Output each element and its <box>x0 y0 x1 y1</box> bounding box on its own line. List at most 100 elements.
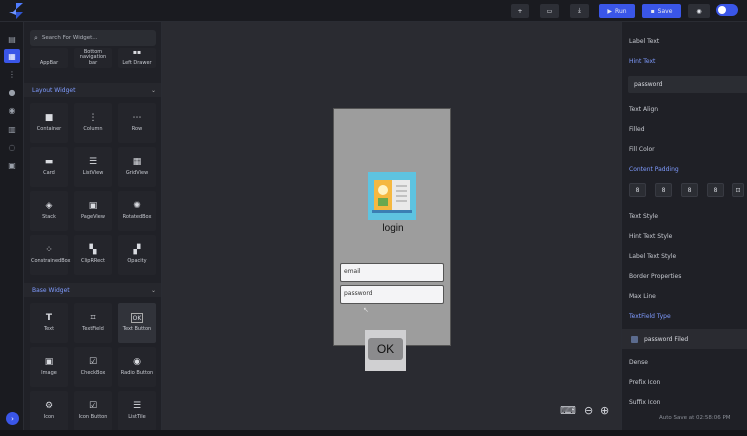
widget-left-drawer[interactable]: ▪▪ Left Drawer <box>118 48 156 68</box>
widget-stack[interactable]: ◈ Stack <box>30 191 68 231</box>
widget-card[interactable]: ▬ Card <box>30 147 68 187</box>
widget-checkbox[interactable]: ☑ CheckBox <box>74 347 112 387</box>
widget-radio-button[interactable]: ◉ Radio Button <box>118 347 156 387</box>
download-button[interactable]: ⤓ <box>570 4 589 18</box>
widget-image[interactable]: ▣ Image <box>30 347 68 387</box>
checkbox-icon[interactable] <box>631 335 638 343</box>
widget-pageview[interactable]: ▣ PageView <box>74 191 112 231</box>
max-line-row[interactable]: Max Line <box>622 286 747 306</box>
widget-row[interactable]: ⋯ Row <box>118 103 156 143</box>
top-toolbar: + ▭ ⤓ ▶ Run ▪ Save ◉ <box>0 0 747 22</box>
zoom-out-icon[interactable]: ⊖ <box>584 404 593 417</box>
widget-opacity[interactable]: ▞ Opacity <box>118 235 156 275</box>
padding-top-input[interactable]: 8 <box>655 183 672 197</box>
widget-bottom-nav[interactable]: Bottom navigation bar <box>74 48 112 68</box>
tree-icon[interactable]: ⋮ <box>6 68 18 80</box>
suffix-icon-row[interactable]: Suffix Icon <box>622 392 747 412</box>
keyboard-icon[interactable]: ⌨ <box>560 404 576 417</box>
api-icon[interactable]: ◉ <box>6 104 18 116</box>
drawer-icon: ▪▪ <box>132 48 142 56</box>
widget-rotatedbox[interactable]: ✺ RotatedBox <box>118 191 156 231</box>
chevron-down-icon: ⌄ <box>150 86 156 94</box>
border-properties-row[interactable]: Border Properties <box>622 266 747 286</box>
email-field[interactable]: email <box>340 263 444 282</box>
widget-appbar[interactable]: AppBar <box>30 48 68 68</box>
label-text-row[interactable]: Label Text <box>622 31 747 51</box>
pages-icon[interactable]: ▤ <box>6 33 18 45</box>
login-title[interactable]: login <box>334 223 452 234</box>
padding-right-input[interactable]: 8 <box>681 183 698 197</box>
toggle-knob <box>718 6 726 14</box>
textfield-type-row[interactable]: TextField Type <box>622 306 747 326</box>
widget-container[interactable]: ■ Container <box>30 103 68 143</box>
left-icon-rail: ▤ ▦ ⋮ ● ◉ ▥ ◌ ▣ › <box>0 22 24 430</box>
opacity-icon: ▞ <box>133 245 141 256</box>
add-button[interactable]: + <box>511 4 529 18</box>
content-padding-row[interactable]: Content Padding <box>622 159 747 179</box>
clip-icon: ▚ <box>89 245 97 256</box>
widget-text[interactable]: T Text <box>30 303 68 343</box>
widget-panel: ⌕ Search For Widget... AppBar Bottom nav… <box>24 22 162 430</box>
widget-gridview[interactable]: ▦ GridView <box>118 147 156 187</box>
widget-textfield[interactable]: ⌗ TextField <box>74 303 112 343</box>
expand-icon[interactable]: › <box>6 412 19 425</box>
password-filed-option[interactable]: password Filed <box>622 329 747 349</box>
phone-frame[interactable]: login email password OK <box>333 108 452 371</box>
widget-listview[interactable]: ☰ ListView <box>74 147 112 187</box>
widget-icon-button[interactable]: ☑ Icon Button <box>74 391 112 430</box>
ok-button[interactable]: OK <box>368 338 403 360</box>
hint-text-row[interactable]: Hint Text <box>622 51 747 71</box>
password-field[interactable]: password <box>340 285 444 304</box>
button-icon: OK <box>131 313 143 324</box>
dense-row[interactable]: Dense <box>622 352 747 372</box>
widget-listtile[interactable]: ☰ ListTile <box>118 391 156 430</box>
run-button[interactable]: ▶ Run <box>599 4 635 18</box>
preview-button[interactable]: ◉ <box>688 4 710 18</box>
ok-button-container[interactable]: OK <box>365 330 406 371</box>
padding-bottom-input[interactable]: 8 <box>707 183 724 197</box>
link-icon[interactable]: ⊡ <box>732 183 744 197</box>
text-icon: T <box>45 313 53 324</box>
book-image[interactable] <box>368 172 416 220</box>
widget-text-button[interactable]: OK Text Button <box>118 303 156 343</box>
properties-panel: Label Text Hint Text password Text Align… <box>621 22 747 430</box>
play-icon: ▶ <box>607 7 613 15</box>
radio-icon: ◉ <box>133 357 141 368</box>
text-style-row[interactable]: Text Style <box>622 206 747 226</box>
constrained-icon: ⁘ <box>45 245 53 256</box>
pageview-icon: ▣ <box>88 201 98 212</box>
hint-text-input[interactable]: password <box>628 76 747 93</box>
file-icon[interactable]: ▥ <box>6 123 18 135</box>
design-canvas[interactable]: login email password OK ↖ ⌨ ⊖ ⊕ <box>162 22 621 430</box>
hint-text-style-row[interactable]: Hint Text Style <box>622 226 747 246</box>
theme-icon[interactable]: ◌ <box>6 141 18 153</box>
theme-toggle[interactable] <box>716 4 738 16</box>
widget-constrainedbox[interactable]: ⁘ ConstrainedBox <box>30 235 71 275</box>
fill-color-row[interactable]: Fill Color <box>622 139 747 159</box>
widget-icon[interactable]: ⚙ Icon <box>30 391 68 430</box>
save-button[interactable]: ▪ Save <box>642 4 681 18</box>
padding-left-input[interactable]: 8 <box>629 183 646 197</box>
text-align-row[interactable]: Text Align <box>622 99 747 119</box>
widget-search-input[interactable]: ⌕ Search For Widget... <box>30 30 156 46</box>
image-icon: ▣ <box>44 357 54 368</box>
container-icon: ■ <box>44 113 54 124</box>
widgets-icon[interactable]: ▦ <box>4 49 20 63</box>
widget-cliprrect[interactable]: ▚ ClipRRect <box>74 235 112 275</box>
listtile-icon: ☰ <box>132 401 142 412</box>
filled-row[interactable]: Filled <box>622 119 747 139</box>
comment-button[interactable]: ▭ <box>540 4 559 18</box>
image-icon[interactable]: ▣ <box>6 159 18 171</box>
checkbox-icon: ☑ <box>88 357 98 368</box>
label-text-style-row[interactable]: Label Text Style <box>622 246 747 266</box>
mouse-cursor-icon: ↖ <box>363 306 369 314</box>
base-widget-header[interactable]: Base Widget ⌄ <box>24 283 161 297</box>
zoom-in-icon[interactable]: ⊕ <box>600 404 609 417</box>
list-icon: ☰ <box>88 157 98 168</box>
prefix-icon-row[interactable]: Prefix Icon <box>622 372 747 392</box>
layout-widget-header[interactable]: Layout Widget ⌄ <box>24 83 161 97</box>
row-icon: ⋯ <box>132 113 142 124</box>
user-icon[interactable]: ● <box>6 86 18 98</box>
stack-icon: ◈ <box>45 201 53 212</box>
widget-column[interactable]: ⋮ Column <box>74 103 112 143</box>
